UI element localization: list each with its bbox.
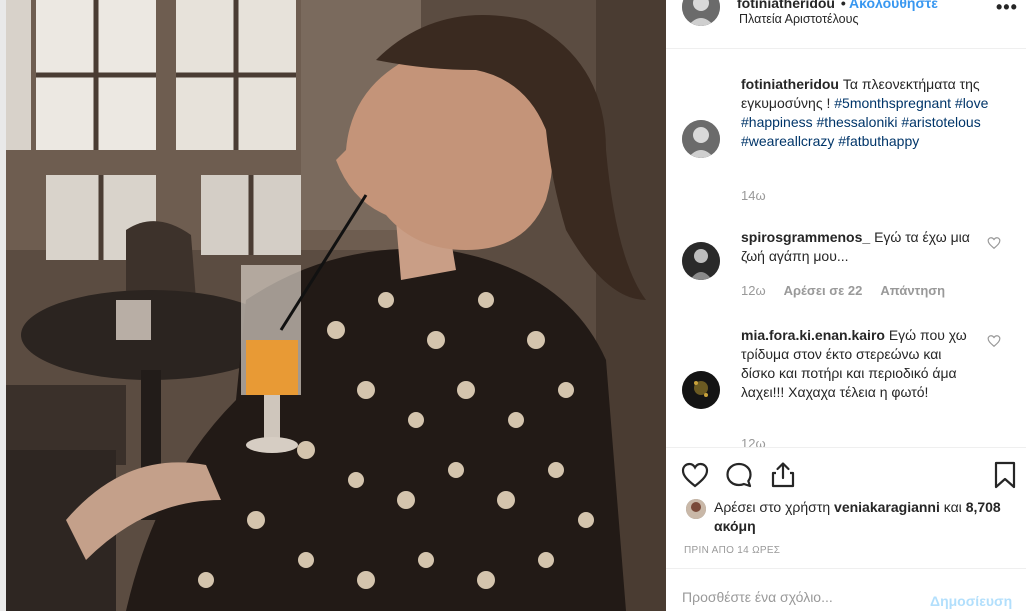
heart-icon[interactable] bbox=[987, 236, 1001, 250]
bookmark-icon[interactable] bbox=[990, 460, 1020, 490]
post-sidebar: fotiniatheridou • Ακολουθήστε Πλατεία Αρ… bbox=[666, 0, 1026, 611]
caption-avatar[interactable] bbox=[682, 120, 720, 158]
add-comment-bar: Δημοσίευση bbox=[666, 568, 1026, 612]
add-comment-input[interactable] bbox=[682, 589, 922, 605]
caption-text: fotiniatheridou Τα πλεονεκτήματα της εγκ… bbox=[741, 75, 1011, 151]
more-dots-icon[interactable]: ••• bbox=[996, 0, 1018, 16]
reply-button[interactable]: Απάντηση bbox=[880, 283, 945, 298]
hashtag[interactable]: #happiness bbox=[741, 114, 813, 130]
comment-avatar[interactable] bbox=[682, 371, 720, 409]
comment-text: mia.fora.ki.enan.kairo Εγώ που χω τρίδυμ… bbox=[741, 326, 971, 402]
liker-username[interactable]: veniakaragianni bbox=[834, 499, 940, 515]
likes-joiner: και bbox=[943, 499, 962, 515]
comment-time[interactable]: 12ω bbox=[741, 436, 766, 447]
share-icon[interactable] bbox=[768, 460, 798, 490]
photo-illustration bbox=[6, 0, 666, 611]
post-comment-button[interactable]: Δημοσίευση bbox=[930, 593, 1012, 609]
hashtag[interactable]: #thessaloniki bbox=[817, 114, 898, 130]
author-username[interactable]: fotiniatheridou • bbox=[737, 0, 848, 11]
post-location[interactable]: Πλατεία Αριστοτέλους bbox=[739, 12, 858, 26]
comment-icon[interactable] bbox=[724, 460, 754, 490]
post-header: fotiniatheridou • Ακολουθήστε Πλατεία Αρ… bbox=[666, 0, 1026, 49]
post-actions: Αρέσει στο χρήστη veniakaragianni και 8,… bbox=[666, 447, 1026, 568]
comments-list[interactable]: fotiniatheridou Τα πλεονεκτήματα της εγκ… bbox=[666, 49, 1026, 447]
hashtag[interactable]: #aristotelous bbox=[901, 114, 980, 130]
caption-time[interactable]: 14ω bbox=[741, 188, 766, 203]
caption-username[interactable]: fotiniatheridou bbox=[741, 76, 839, 92]
hashtag[interactable]: #love bbox=[955, 95, 988, 111]
comment-avatar[interactable] bbox=[682, 242, 720, 280]
comment-time[interactable]: 12ω bbox=[741, 283, 766, 298]
hashtag[interactable]: #5monthspregnant bbox=[834, 95, 951, 111]
comment-text: spirosgrammenos_ Εγώ τα έχω μια ζωή αγάπ… bbox=[741, 228, 971, 266]
separator-dot: • bbox=[840, 0, 846, 11]
post-timestamp[interactable]: ΠΡΙΝ ΑΠΟ 14 ΩΡΕΣ bbox=[684, 545, 780, 556]
comment-username[interactable]: mia.fora.ki.enan.kairo bbox=[741, 327, 885, 343]
hashtag[interactable]: #fatbuthappy bbox=[838, 133, 919, 149]
heart-icon[interactable] bbox=[987, 334, 1001, 348]
likes-summary: Αρέσει στο χρήστη veniakaragianni και 8,… bbox=[714, 498, 1014, 536]
likes-prefix: Αρέσει στο χρήστη bbox=[714, 499, 831, 515]
comment-username[interactable]: spirosgrammenos_ bbox=[741, 229, 870, 245]
follow-button[interactable]: Ακολουθήστε bbox=[849, 0, 938, 11]
liker-avatar[interactable] bbox=[686, 499, 706, 519]
hashtag[interactable]: #weareallcrazy bbox=[741, 133, 834, 149]
comment-likes[interactable]: Αρέσει σε 22 bbox=[784, 283, 863, 298]
author-username-text[interactable]: fotiniatheridou bbox=[737, 0, 835, 11]
comment-meta: 12ω Αρέσει σε 22 Απάντηση bbox=[741, 283, 945, 298]
heart-icon[interactable] bbox=[680, 460, 710, 490]
author-avatar[interactable] bbox=[682, 0, 720, 26]
post-photo[interactable] bbox=[6, 0, 666, 611]
